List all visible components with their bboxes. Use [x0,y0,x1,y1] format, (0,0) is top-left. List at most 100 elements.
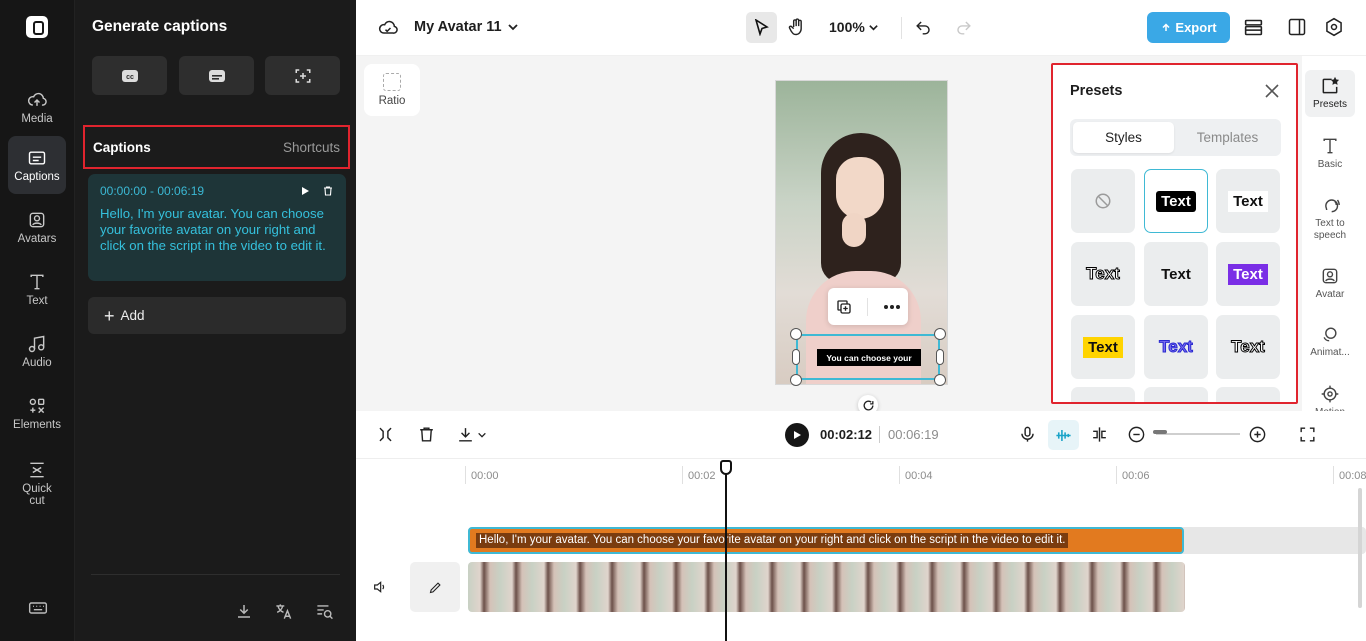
tab-styles[interactable]: Styles [1073,122,1174,153]
hand-tool-icon[interactable] [787,17,807,37]
tick-mark [1116,466,1117,484]
lyrics-captions-button[interactable] [265,56,340,95]
split-screen-icon[interactable] [1090,425,1109,444]
close-icon[interactable] [1265,84,1279,98]
rotate-icon [863,400,873,410]
rail-item-quick-cut[interactable]: Quick cut [8,452,66,514]
playhead-handle[interactable] [720,460,732,475]
layers-icon[interactable] [1243,17,1264,38]
preset-tile[interactable]: Text [1144,169,1208,233]
play-icon[interactable] [300,186,310,196]
download-menu[interactable] [456,425,487,444]
split-icon[interactable] [376,425,395,444]
tool-label: speech [1313,230,1347,241]
presets-title: Presets [1070,83,1123,99]
microphone-icon[interactable] [1018,425,1037,444]
playhead[interactable] [725,460,727,641]
trash-icon[interactable] [322,185,334,197]
rail-item-elements[interactable]: Elements [8,384,66,442]
select-tool-button[interactable] [746,12,777,43]
captions-tab[interactable]: Captions [93,140,151,155]
caption-entry[interactable]: 00:00:00 - 00:06:19 Hello, I'm your avat… [88,174,346,281]
preset-tile[interactable]: Text [1144,242,1208,306]
preset-tile[interactable]: Text [1216,315,1280,379]
manual-captions-button[interactable] [179,56,254,95]
translate-icon[interactable] [274,602,293,621]
preset-tile[interactable] [1071,387,1135,402]
preset-label: Text [1159,337,1194,357]
redo-icon[interactable] [954,18,973,37]
chevron-down-icon [478,432,486,438]
trash-icon[interactable] [417,425,436,444]
chevron-down-icon[interactable] [507,21,519,33]
duplicate-icon[interactable] [835,298,853,316]
zoom-slider[interactable] [1156,433,1240,435]
tick-mark [465,466,466,484]
chevron-down-icon[interactable] [868,22,879,33]
auto-captions-button[interactable]: cc [92,56,167,95]
quick-cut-icon [30,462,44,477]
add-caption-button[interactable]: + Add [88,297,346,334]
resize-handle[interactable] [790,328,802,340]
tool-label: Animat... [1310,347,1350,358]
shortcuts-link[interactable]: Shortcuts [283,140,340,155]
resize-handle[interactable] [936,349,944,365]
tab-templates[interactable]: Templates [1177,122,1278,153]
tool-basic[interactable]: Basic [1305,136,1355,171]
tool-animation[interactable]: Animat... [1305,324,1355,359]
search-list-icon[interactable] [315,602,334,621]
rail-item-captions[interactable]: Captions [8,136,66,194]
upload-icon [1162,22,1170,31]
video-clip[interactable] [468,562,1185,612]
resize-handle[interactable] [934,328,946,340]
caption-clip[interactable]: Hello, I'm your avatar. You can choose y… [468,527,1184,554]
auto-snap-button[interactable] [1048,420,1079,450]
preset-tile[interactable] [1216,387,1280,402]
preset-tile[interactable]: Text [1216,242,1280,306]
cloud-save-icon[interactable] [378,18,398,38]
download-icon[interactable] [235,602,253,620]
zoom-out-icon[interactable] [1127,425,1146,444]
timeline-toolbar: 00:02:12 00:06:19 [356,411,1366,459]
tool-presets[interactable]: Presets [1305,70,1355,117]
resize-handle[interactable] [934,374,946,386]
preset-tile[interactable]: Text [1216,169,1280,233]
rail-item-media[interactable]: Media [8,78,66,136]
resize-handle[interactable] [792,349,800,365]
subtitle-text[interactable]: You can choose your [817,349,921,366]
export-button[interactable]: Export [1147,12,1230,43]
more-icon[interactable] [883,304,901,310]
pencil-icon [429,581,441,593]
keyboard-icon[interactable] [28,598,48,618]
preset-none[interactable] [1071,169,1135,233]
undo-icon[interactable] [914,18,933,37]
split-view-icon[interactable] [1287,17,1307,37]
preset-tile[interactable]: Text [1071,315,1135,379]
edit-track-button[interactable] [410,562,460,612]
preset-tile[interactable]: Text [1144,315,1208,379]
preset-tile[interactable]: Text [1071,242,1135,306]
tool-label: Basic [1317,159,1343,170]
preset-label: Text [1161,265,1191,283]
caption-text[interactable]: Hello, I'm your avatar. You can choose y… [100,206,334,255]
preset-tile[interactable] [1144,387,1208,402]
zoom-slider-knob[interactable] [1153,430,1167,434]
tool-text-to-speech[interactable]: Text to speech [1305,195,1355,242]
zoom-level[interactable]: 100% [829,19,865,35]
volume-icon[interactable] [372,579,388,595]
project-name[interactable]: My Avatar 11 [414,19,502,35]
rail-item-text[interactable]: Text [8,260,66,318]
fit-icon[interactable] [1298,425,1317,444]
resize-handle[interactable] [790,374,802,386]
play-button[interactable] [785,423,809,447]
zoom-in-icon[interactable] [1248,425,1267,444]
ratio-button[interactable]: Ratio [364,64,420,116]
rail-item-audio[interactable]: Audio [8,322,66,380]
settings-icon[interactable] [1324,17,1344,37]
speech-icon [1325,199,1340,213]
preset-label: Text [1083,336,1123,358]
rail-item-avatars[interactable]: Avatars [8,198,66,256]
tool-avatar[interactable]: Avatar [1305,266,1355,301]
vertical-scrollbar[interactable] [1358,488,1362,608]
app-logo[interactable] [26,16,48,38]
